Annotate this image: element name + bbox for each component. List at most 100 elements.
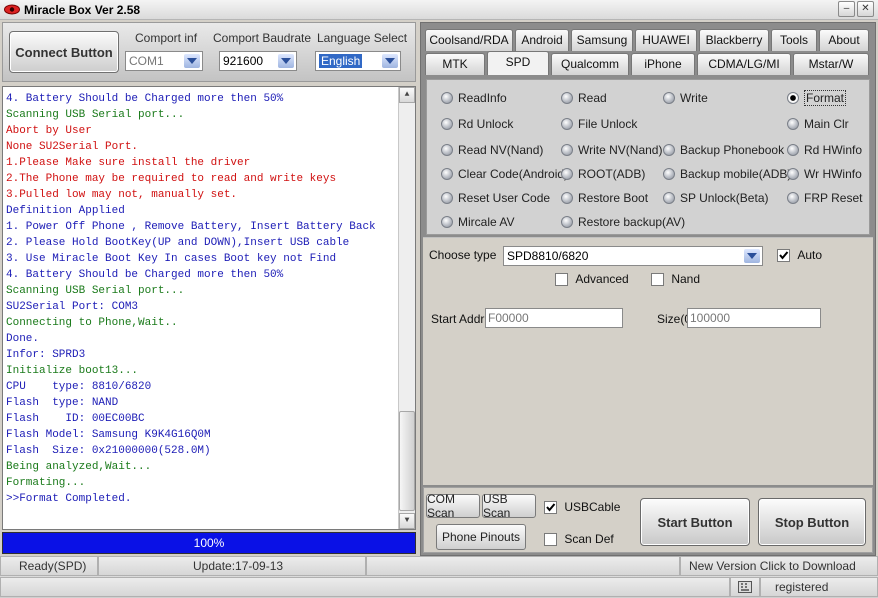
advanced-checkbox[interactable]: Advanced xyxy=(555,272,629,287)
radio-restore-backup[interactable]: Restore backup(AV) xyxy=(561,214,685,230)
radio-read[interactable]: Read xyxy=(561,90,607,106)
language-select[interactable]: English xyxy=(315,51,401,71)
close-button[interactable]: ✕ xyxy=(857,1,874,17)
log-scrollbar[interactable]: ▲ ▼ xyxy=(398,87,415,529)
log-lines: 4. Battery Should be Charged more then 5… xyxy=(6,91,396,507)
log-line: Flash type: NAND xyxy=(6,397,119,409)
stop-button[interactable]: Stop Button xyxy=(758,498,866,546)
tab-blackberry[interactable]: Blackberry xyxy=(699,29,769,51)
scroll-thumb[interactable] xyxy=(399,411,415,511)
log-line: Flash Size: 0x21000000(528.0M) xyxy=(6,445,211,457)
radio-miracle-av[interactable]: Mircale AV xyxy=(441,214,514,230)
radio-indicator xyxy=(787,118,799,130)
start-addr-value: F00000 xyxy=(488,311,529,325)
checkbox-box xyxy=(544,501,557,515)
chevron-down-icon[interactable] xyxy=(744,249,760,263)
scan-def-checkbox[interactable]: Scan Def xyxy=(544,532,614,547)
minimize-button[interactable]: – xyxy=(838,1,855,17)
log-line: Abort by User xyxy=(6,125,92,137)
radio-rd-unlock[interactable]: Rd Unlock xyxy=(441,116,513,132)
radio-rd-hwinfo[interactable]: Rd HWinfo xyxy=(787,142,862,158)
radio-frp-reset[interactable]: FRP Reset xyxy=(787,190,862,206)
radio-label: File Unlock xyxy=(578,117,638,131)
action-panel: COM Scan USB Scan USBCable Phone Pinouts… xyxy=(423,487,873,553)
progress-text: 100% xyxy=(193,536,225,550)
baudrate-select[interactable]: 921600 xyxy=(219,51,297,71)
radio-indicator xyxy=(663,168,675,180)
size-input[interactable]: 100000 xyxy=(687,308,821,328)
tab-coolsand-rda[interactable]: Coolsand/RDA xyxy=(425,29,513,51)
log-line: 3. Use Miracle Boot Key In cases Boot ke… xyxy=(6,253,337,265)
checkbox-label: Auto xyxy=(797,248,823,262)
tab-cdma-lg-mi[interactable]: CDMA/LG/MI xyxy=(697,53,791,75)
radio-sp-unlock[interactable]: SP Unlock(Beta) xyxy=(663,190,768,206)
auto-checkbox[interactable]: Auto xyxy=(777,248,823,263)
radio-indicator xyxy=(561,168,573,180)
start-button[interactable]: Start Button xyxy=(640,498,750,546)
radio-clear-code[interactable]: Clear Code(Android) xyxy=(441,166,568,182)
keyboard-icon xyxy=(730,577,760,597)
checkbox-box xyxy=(544,533,557,547)
radio-backup-mobile[interactable]: Backup mobile(ADB) xyxy=(663,166,791,182)
chip-type-select[interactable]: SPD8810/6820 xyxy=(503,246,763,266)
com-scan-button[interactable]: COM Scan xyxy=(426,492,480,520)
radio-reset-user-code[interactable]: Reset User Code xyxy=(441,190,550,206)
radio-label: SP Unlock(Beta) xyxy=(680,191,769,205)
tab-huawei[interactable]: HUAWEI xyxy=(635,29,697,51)
spd-config-panel: Choose type SPD8810/6820 Auto Advanced N… xyxy=(423,237,873,485)
comport-select[interactable]: COM1 xyxy=(125,51,203,71)
app-eye-icon xyxy=(4,4,20,15)
chevron-down-icon[interactable] xyxy=(278,54,294,68)
tab-samsung[interactable]: Samsung xyxy=(571,29,633,51)
radio-restore-boot[interactable]: Restore Boot xyxy=(561,190,648,206)
chevron-down-icon[interactable] xyxy=(184,54,200,68)
radio-main-clr[interactable]: Main Clr xyxy=(787,116,849,132)
tab-mtk[interactable]: MTK xyxy=(425,53,485,75)
radio-file-unlock[interactable]: File Unlock xyxy=(561,116,637,132)
radio-readinfo[interactable]: ReadInfo xyxy=(441,90,507,106)
log-output[interactable]: 4. Battery Should be Charged more then 5… xyxy=(2,86,416,530)
connect-button[interactable]: Connect Button xyxy=(9,31,119,73)
log-line: Flash ID: 00EC00BC xyxy=(6,413,145,425)
radio-label: Wr HWinfo xyxy=(804,167,862,181)
radio-label: Backup mobile(ADB) xyxy=(680,167,792,181)
radio-label: Format xyxy=(804,90,847,106)
usb-cable-checkbox[interactable]: USBCable xyxy=(544,500,620,515)
radio-write[interactable]: Write xyxy=(663,90,708,106)
language-value: English xyxy=(319,54,363,68)
new-version-link[interactable]: New Version Click to Download xyxy=(680,556,878,576)
radio-label: Rd Unlock xyxy=(458,117,514,131)
tab-iphone[interactable]: iPhone xyxy=(631,53,695,75)
log-line: 2. Please Hold BootKey(UP and DOWN),Inse… xyxy=(6,237,350,249)
radio-write-nv[interactable]: Write NV(Nand) xyxy=(561,142,662,158)
radio-wr-hwinfo[interactable]: Wr HWinfo xyxy=(787,166,862,182)
size-value: 100000 xyxy=(690,311,731,325)
radio-label: Restore backup(AV) xyxy=(578,215,686,229)
scroll-down-button[interactable]: ▼ xyxy=(399,513,415,529)
status-empty-2 xyxy=(0,577,730,597)
tab-mstar-w[interactable]: Mstar/W xyxy=(793,53,869,75)
chevron-down-icon[interactable] xyxy=(382,54,398,68)
radio-label: Read xyxy=(578,91,607,105)
language-label: Language Select xyxy=(317,31,408,45)
tab-spd[interactable]: SPD xyxy=(487,51,549,75)
tab-about[interactable]: About xyxy=(819,29,869,51)
tab-android[interactable]: Android xyxy=(515,29,569,51)
log-line: Scanning USB Serial port... xyxy=(6,109,185,121)
radio-label: Main Clr xyxy=(804,117,849,131)
radio-read-nv[interactable]: Read NV(Nand) xyxy=(441,142,543,158)
radio-backup-phonebook[interactable]: Backup Phonebook xyxy=(663,142,784,158)
radio-indicator xyxy=(441,118,453,130)
phone-pinouts-button[interactable]: Phone Pinouts xyxy=(436,524,526,550)
function-pane: Coolsand/RDA Android Samsung HUAWEI Blac… xyxy=(420,22,876,556)
tab-qualcomm[interactable]: Qualcomm xyxy=(551,53,629,75)
start-addr-input[interactable]: F00000 xyxy=(485,308,623,328)
radio-indicator xyxy=(787,144,799,156)
nand-checkbox[interactable]: Nand xyxy=(651,272,700,287)
radio-format[interactable]: Format xyxy=(787,90,847,106)
scroll-up-button[interactable]: ▲ xyxy=(399,87,415,103)
radio-indicator xyxy=(561,92,573,104)
radio-root-adb[interactable]: ROOT(ADB) xyxy=(561,166,645,182)
tab-tools[interactable]: Tools xyxy=(771,29,817,51)
usb-scan-button[interactable]: USB Scan xyxy=(482,492,536,520)
